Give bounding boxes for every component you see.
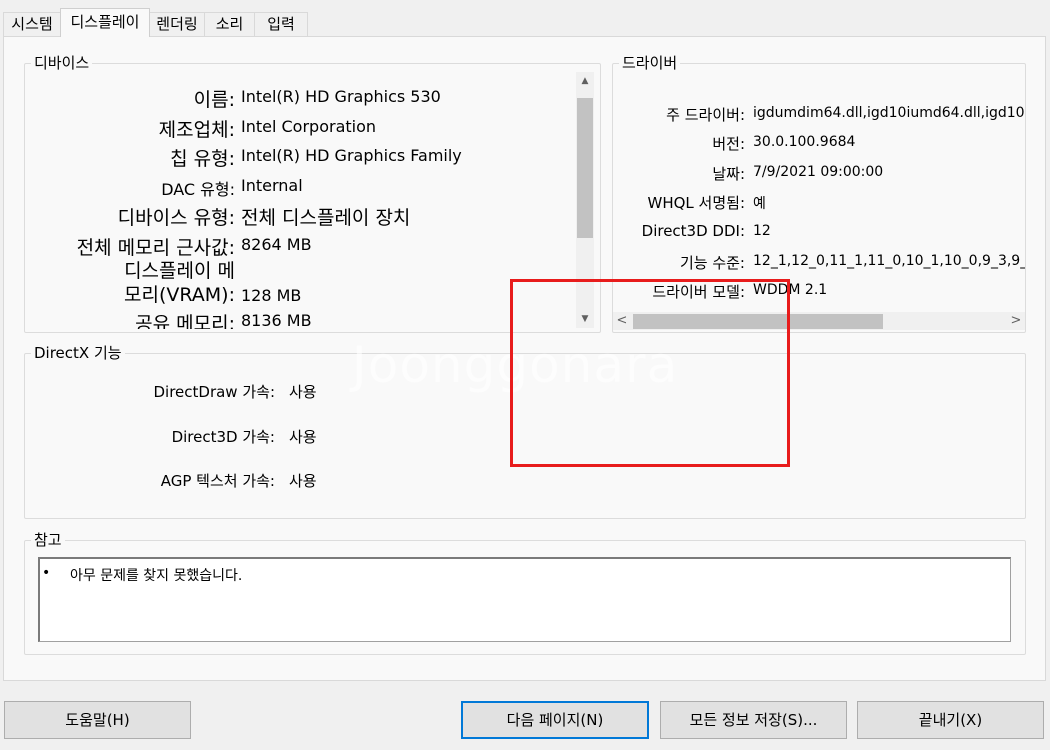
- device-label: 이름:: [193, 89, 235, 111]
- device-label: 제조업체:: [158, 119, 235, 141]
- tab-rendering[interactable]: 렌더링: [149, 12, 205, 36]
- help-button[interactable]: 도움말(H): [4, 701, 191, 739]
- directx-label: AGP 텍스처 가속:: [160, 472, 275, 490]
- driver-horizontal-scrollbar[interactable]: < >: [613, 312, 1025, 330]
- driver-group: 드라이버 주 드라이버: igdumdim64.dll,igd10iumd64.…: [612, 53, 1026, 333]
- device-info-list: 이름: Intel(R) HD Graphics 530 제조업체: Intel…: [25, 64, 575, 329]
- tab-bar: 시스템 디스플레이 렌더링 소리 입력: [0, 0, 1050, 37]
- next-page-button[interactable]: 다음 페이지(N): [461, 701, 649, 739]
- device-value: Intel(R) HD Graphics 530: [241, 87, 441, 106]
- device-label-line: 디스플레이 메: [124, 260, 235, 282]
- tab-display[interactable]: 디스플레이: [60, 8, 150, 37]
- directx-value: 사용: [289, 472, 317, 490]
- device-value: Intel Corporation: [241, 117, 377, 136]
- driver-label: Direct3D DDI:: [641, 222, 745, 240]
- scrollbar-thumb[interactable]: [633, 314, 883, 329]
- scroll-up-icon[interactable]: ▲: [576, 72, 594, 90]
- scroll-down-icon[interactable]: ▼: [576, 310, 594, 328]
- device-label: 디바이스 유형:: [117, 207, 235, 229]
- driver-value: WDDM 2.1: [753, 282, 828, 298]
- directx-value: 사용: [289, 383, 317, 401]
- tab-input[interactable]: 입력: [254, 12, 308, 36]
- device-label: 공유 메모리:: [135, 313, 235, 329]
- driver-label: 드라이버 모델:: [652, 283, 745, 301]
- device-value: 8136 MB: [241, 311, 312, 329]
- tab-sound[interactable]: 소리: [204, 12, 255, 36]
- device-label: 디스플레이 메 모리(VRAM):: [124, 259, 235, 307]
- notes-text: 아무 문제를 찾지 못했습니다.: [70, 568, 243, 584]
- device-value: Intel(R) HD Graphics Family: [241, 146, 462, 165]
- device-value: Internal: [241, 176, 303, 195]
- device-label: 전체 메모리 근사값:: [76, 237, 235, 259]
- device-group: 디바이스 이름: Intel(R) HD Graphics 530 제조업체: …: [24, 53, 601, 333]
- driver-label: WHQL 서명됨:: [647, 194, 746, 212]
- directx-value: 사용: [289, 428, 317, 446]
- scrollbar-thumb[interactable]: [577, 98, 593, 238]
- scroll-right-icon[interactable]: >: [1007, 312, 1025, 330]
- driver-info-list: 주 드라이버: igdumdim64.dll,igd10iumd64.dll,i…: [613, 64, 1025, 312]
- notes-group-title: 참고: [31, 530, 65, 550]
- driver-label: 기능 수준:: [679, 254, 745, 272]
- notes-bullet: •: [42, 565, 51, 581]
- driver-value: 30.0.100.9684: [753, 134, 856, 150]
- device-vertical-scrollbar[interactable]: ▲ ▼: [576, 72, 594, 328]
- driver-value: 예: [753, 196, 766, 212]
- notes-textbox[interactable]: • 아무 문제를 찾지 못했습니다.: [38, 557, 1011, 642]
- driver-value: 12: [753, 223, 771, 239]
- device-value: 128 MB: [241, 286, 302, 305]
- scroll-left-icon[interactable]: <: [613, 312, 631, 330]
- display-tab-panel: 디바이스 이름: Intel(R) HD Graphics 530 제조업체: …: [3, 36, 1046, 681]
- device-label: DAC 유형:: [161, 180, 235, 199]
- driver-value: igdumdim64.dll,igd10iumd64.dll,igd10iumd…: [753, 105, 1025, 121]
- directx-group: DirectX 기능 DirectDraw 가속: 사용 Direct3D 가속…: [24, 343, 1026, 519]
- driver-value: 12_1,12_0,11_1,11_0,10_1,10_0,9_3,9_2,9_…: [753, 253, 1025, 269]
- driver-value: 7/9/2021 09:00:00: [753, 164, 884, 180]
- tab-system[interactable]: 시스템: [3, 12, 61, 36]
- directx-label: DirectDraw 가속:: [153, 383, 275, 401]
- driver-label: 주 드라이버:: [666, 106, 745, 124]
- directx-group-title: DirectX 기능: [31, 343, 125, 363]
- save-all-info-button[interactable]: 모든 정보 저장(S)...: [660, 701, 847, 739]
- device-label: 칩 유형:: [170, 148, 235, 170]
- driver-label: 날짜:: [712, 165, 745, 183]
- device-label-line: 모리(VRAM):: [123, 284, 235, 306]
- notes-group: 참고 • 아무 문제를 찾지 못했습니다.: [24, 530, 1026, 655]
- device-value: 전체 디스플레이 장치: [241, 207, 411, 229]
- device-value: 8264 MB: [241, 235, 312, 254]
- driver-label: 버전:: [712, 135, 745, 153]
- directx-label: Direct3D 가속:: [171, 428, 275, 446]
- exit-button[interactable]: 끝내기(X): [857, 701, 1044, 739]
